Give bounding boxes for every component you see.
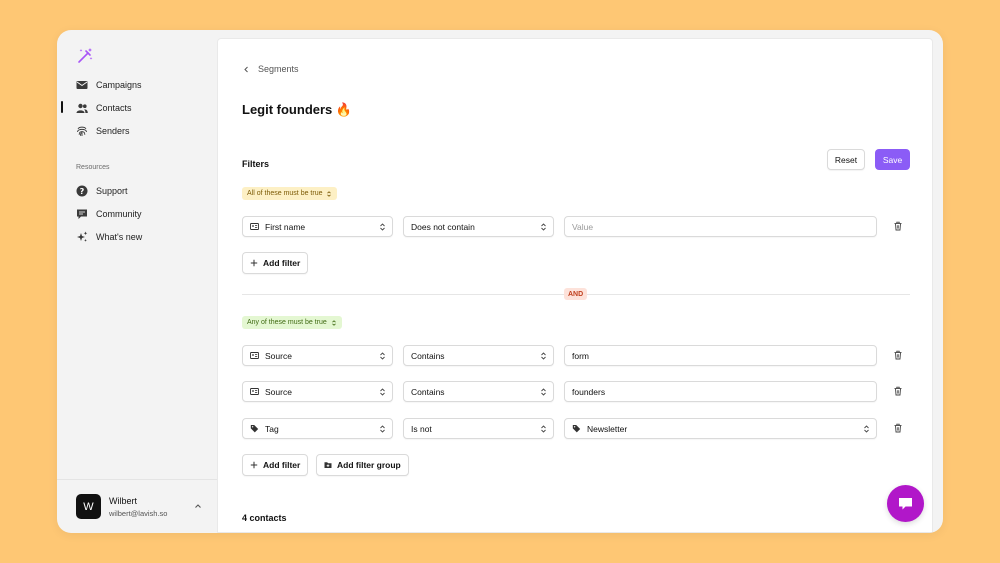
- users-icon: [76, 103, 88, 113]
- filter-operator-select[interactable]: Contains: [403, 381, 554, 402]
- filter-value-input[interactable]: Value: [564, 216, 877, 237]
- filter-value-text: form: [572, 350, 589, 361]
- app-window: Campaigns Contacts Senders Resources ? S…: [57, 30, 943, 533]
- plus-icon: [250, 461, 258, 469]
- sparkles-icon: [77, 231, 88, 242]
- filter-value-input[interactable]: founders: [564, 381, 877, 402]
- sidebar-item-label: Senders: [96, 126, 130, 136]
- contacts-count: 4 contacts: [242, 513, 287, 523]
- filter-operator-label: Is not: [411, 423, 432, 434]
- and-joiner-badge: AND: [564, 288, 588, 300]
- chevron-updown-icon: [541, 223, 546, 231]
- filter-operator-select[interactable]: Does not contain: [403, 216, 554, 237]
- avatar: W: [76, 494, 101, 519]
- filter-operator-select[interactable]: Is not: [403, 418, 554, 439]
- sidebar-item-contacts[interactable]: Contacts: [76, 99, 132, 117]
- chat-icon: [77, 209, 87, 219]
- id-card-icon: [250, 352, 259, 359]
- fingerprint-icon: [77, 126, 87, 136]
- chat-bubble-icon: [899, 498, 912, 510]
- filter-operator-label: Contains: [411, 386, 445, 397]
- filter-field-select[interactable]: First name: [242, 216, 393, 237]
- filter-operator-select[interactable]: Contains: [403, 345, 554, 366]
- group-condition-select[interactable]: Any of these must be true: [242, 316, 342, 329]
- active-nav-indicator: [61, 101, 63, 113]
- filter-operator-label: Does not contain: [411, 221, 475, 232]
- filter-field-select[interactable]: Source: [242, 345, 393, 366]
- filters-heading: Filters: [242, 159, 270, 169]
- chevron-up-icon[interactable]: [194, 502, 202, 510]
- mail-icon: [76, 81, 88, 89]
- filter-value-text: founders: [572, 386, 606, 397]
- filter-field-select[interactable]: Tag: [242, 418, 393, 439]
- chevron-updown-icon: [380, 223, 385, 231]
- group-condition-label: Any of these must be true: [247, 319, 327, 326]
- user-email: wilbert@lavish.so: [109, 508, 168, 518]
- sidebar-divider: [57, 479, 217, 480]
- sidebar: Campaigns Contacts Senders Resources ? S…: [57, 30, 217, 533]
- filter-field-select[interactable]: Source: [242, 381, 393, 402]
- id-card-icon: [250, 223, 259, 230]
- tag-icon: [572, 425, 581, 433]
- resources-section-label: Resources: [76, 164, 110, 171]
- trash-icon[interactable]: [893, 386, 903, 396]
- sidebar-item-campaigns[interactable]: Campaigns: [76, 76, 142, 94]
- chevron-updown-icon: [541, 388, 546, 396]
- group-condition-select[interactable]: All of these must be true: [242, 187, 338, 200]
- filter-field-label: First name: [265, 221, 306, 232]
- chevron-updown-icon: [380, 352, 385, 360]
- add-filter-label: Add filter: [263, 460, 301, 470]
- sidebar-item-community[interactable]: Community: [76, 205, 142, 223]
- id-card-icon: [250, 388, 259, 395]
- sidebar-item-label: Community: [96, 209, 142, 219]
- chevron-updown-icon: [380, 388, 385, 396]
- chevron-updown-icon: [331, 319, 336, 326]
- filter-field-label: Tag: [265, 423, 279, 434]
- chevron-updown-icon: [380, 425, 385, 433]
- chat-launcher-button[interactable]: [887, 485, 924, 522]
- main-panel: Segments Legit founders 🔥 Filters Reset …: [217, 38, 933, 533]
- trash-icon[interactable]: [893, 221, 903, 231]
- breadcrumb-label: Segments: [258, 64, 299, 74]
- page-title: Legit founders 🔥: [242, 102, 353, 117]
- reset-button[interactable]: Reset: [827, 149, 865, 170]
- filter-value-input[interactable]: form: [564, 345, 877, 366]
- chevron-updown-icon: [541, 352, 546, 360]
- folder-plus-icon: [324, 462, 332, 468]
- svg-text:?: ?: [80, 187, 85, 196]
- trash-icon[interactable]: [893, 350, 903, 360]
- add-filter-group-label: Add filter group: [337, 460, 401, 470]
- user-name: Wilbert: [109, 495, 138, 506]
- sidebar-item-label: Campaigns: [96, 80, 142, 90]
- plus-icon: [250, 259, 258, 267]
- user-menu[interactable]: W Wilbert wilbert@lavish.so: [76, 494, 167, 519]
- chevron-updown-icon: [327, 190, 332, 197]
- filter-value-label: Newsletter: [587, 423, 628, 434]
- sidebar-item-support[interactable]: ? Support: [76, 182, 128, 200]
- chevron-left-icon: [244, 66, 248, 72]
- trash-icon[interactable]: [893, 423, 903, 433]
- tag-icon: [250, 425, 259, 433]
- sidebar-item-senders[interactable]: Senders: [76, 122, 130, 140]
- sidebar-item-label: What's new: [96, 232, 143, 242]
- sidebar-item-label: Contacts: [96, 103, 132, 113]
- breadcrumb[interactable]: Segments: [243, 64, 299, 74]
- filter-value-select[interactable]: Newsletter: [564, 418, 877, 439]
- add-filter-group-button[interactable]: Add filter group: [316, 454, 409, 476]
- sidebar-item-whats-new[interactable]: What's new: [76, 228, 142, 246]
- sidebar-item-label: Support: [96, 186, 128, 196]
- magic-wand-logo-icon[interactable]: [76, 47, 94, 65]
- help-icon: ?: [76, 185, 88, 197]
- add-filter-button[interactable]: Add filter: [242, 252, 309, 274]
- filter-field-label: Source: [265, 350, 292, 361]
- chevron-updown-icon: [541, 425, 546, 433]
- save-button[interactable]: Save: [875, 149, 910, 170]
- group-condition-label: All of these must be true: [247, 190, 323, 197]
- filter-value-placeholder: Value: [572, 221, 594, 232]
- chevron-updown-icon: [864, 425, 869, 433]
- filter-operator-label: Contains: [411, 350, 445, 361]
- add-filter-button[interactable]: Add filter: [242, 454, 309, 476]
- add-filter-label: Add filter: [263, 258, 301, 268]
- filter-field-label: Source: [265, 386, 292, 397]
